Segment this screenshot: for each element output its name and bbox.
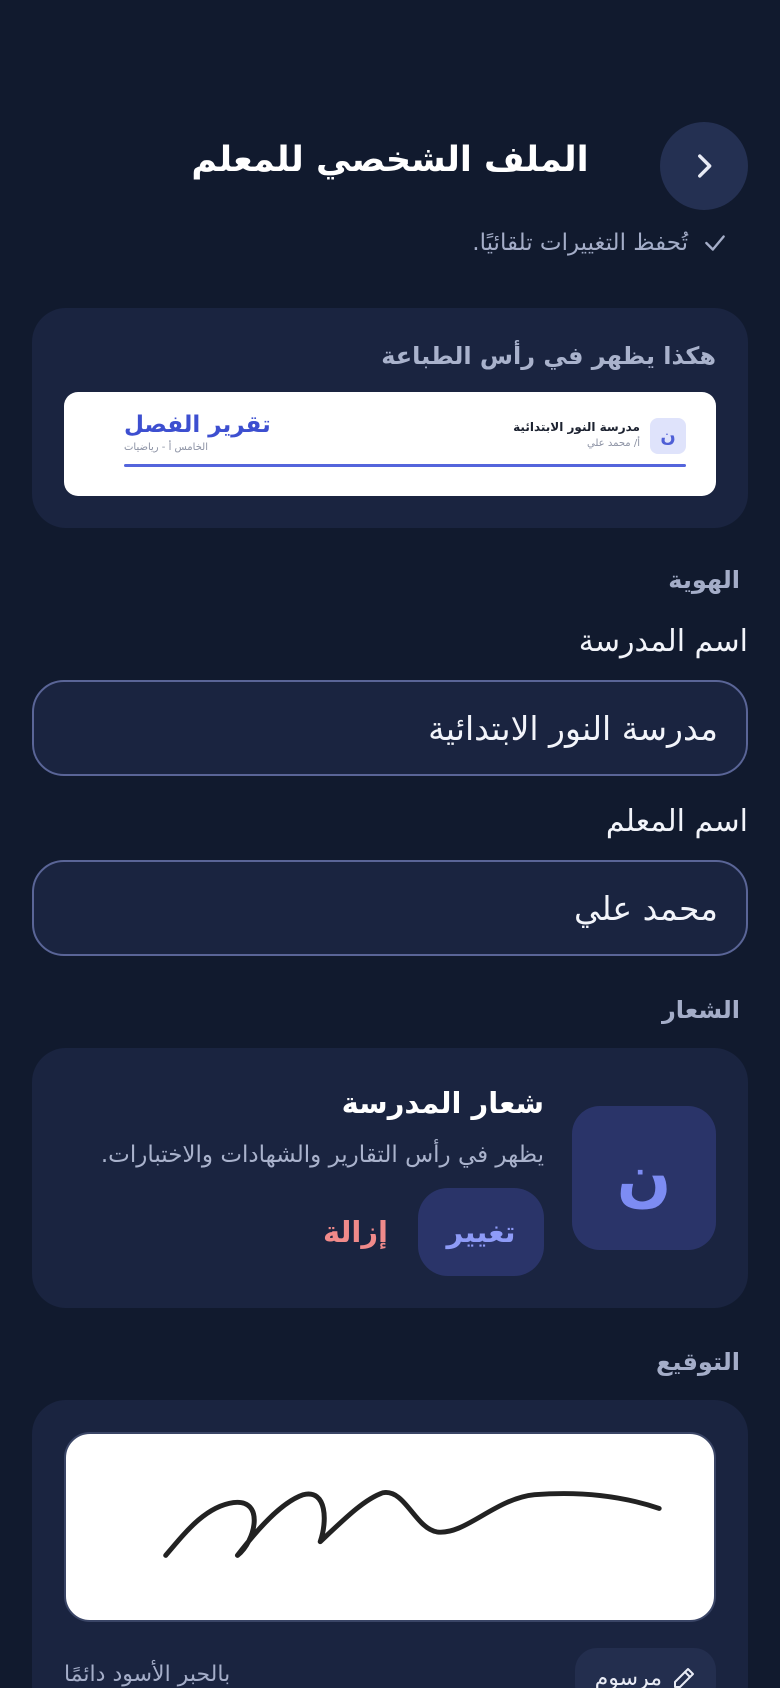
- signature-section-label: التوقيع: [656, 1348, 740, 1376]
- preview-logo: ن: [650, 418, 686, 454]
- preview-caption: هكذا يظهر في رأس الطباعة: [381, 342, 716, 370]
- preview-school-name: مدرسة النور الابتدائية: [513, 420, 640, 434]
- print-preview-card: هكذا يظهر في رأس الطباعة ن مدرسة النور ا…: [32, 308, 748, 528]
- signature-stroke: [163, 1490, 662, 1558]
- signature-card: مرسوم بالحبر الأسود دائمًا: [32, 1400, 748, 1688]
- print-header-preview: ن مدرسة النور الابتدائية أ/ محمد علي تقر…: [64, 392, 716, 496]
- teacher-name-field[interactable]: محمد علي: [32, 860, 748, 956]
- teacher-name-label: اسم المعلم: [605, 804, 748, 839]
- remove-logo-button[interactable]: إزالة: [323, 1188, 388, 1276]
- autosave-status: تُحفظ التغييرات تلقائيًا.: [472, 230, 728, 256]
- signature-mode-chip[interactable]: مرسوم: [574, 1648, 716, 1688]
- school-name-label: اسم المدرسة: [578, 624, 748, 659]
- signature-mode-label: مرسوم: [594, 1665, 662, 1688]
- school-name-field[interactable]: مدرسة النور الابتدائية: [32, 680, 748, 776]
- preview-report-subtitle: الخامس أ - رياضيات: [124, 442, 208, 453]
- autosave-text: تُحفظ التغييرات تلقائيًا.: [472, 230, 688, 256]
- signature-pad[interactable]: [64, 1432, 716, 1622]
- preview-teacher-name: أ/ محمد علي: [587, 438, 640, 449]
- preview-report-title: تقرير الفصل: [124, 412, 271, 438]
- change-logo-button[interactable]: تغيير: [418, 1188, 544, 1276]
- preview-divider: [124, 464, 686, 467]
- logo-title: شعار المدرسة: [341, 1086, 544, 1120]
- identity-section-label: الهوية: [668, 566, 740, 594]
- logo-description: يظهر في رأس التقارير والشهادات والاختبار…: [100, 1142, 544, 1168]
- logo-card: ن شعار المدرسة يظهر في رأس التقارير والش…: [32, 1048, 748, 1308]
- pencil-icon: [674, 1668, 694, 1688]
- page-title: الملف الشخصي للمعلم: [191, 140, 589, 180]
- logo-section-label: الشعار: [661, 996, 740, 1024]
- signature-hint: بالحبر الأسود دائمًا: [64, 1662, 231, 1687]
- check-icon: [705, 235, 725, 251]
- school-logo: ن: [572, 1106, 716, 1250]
